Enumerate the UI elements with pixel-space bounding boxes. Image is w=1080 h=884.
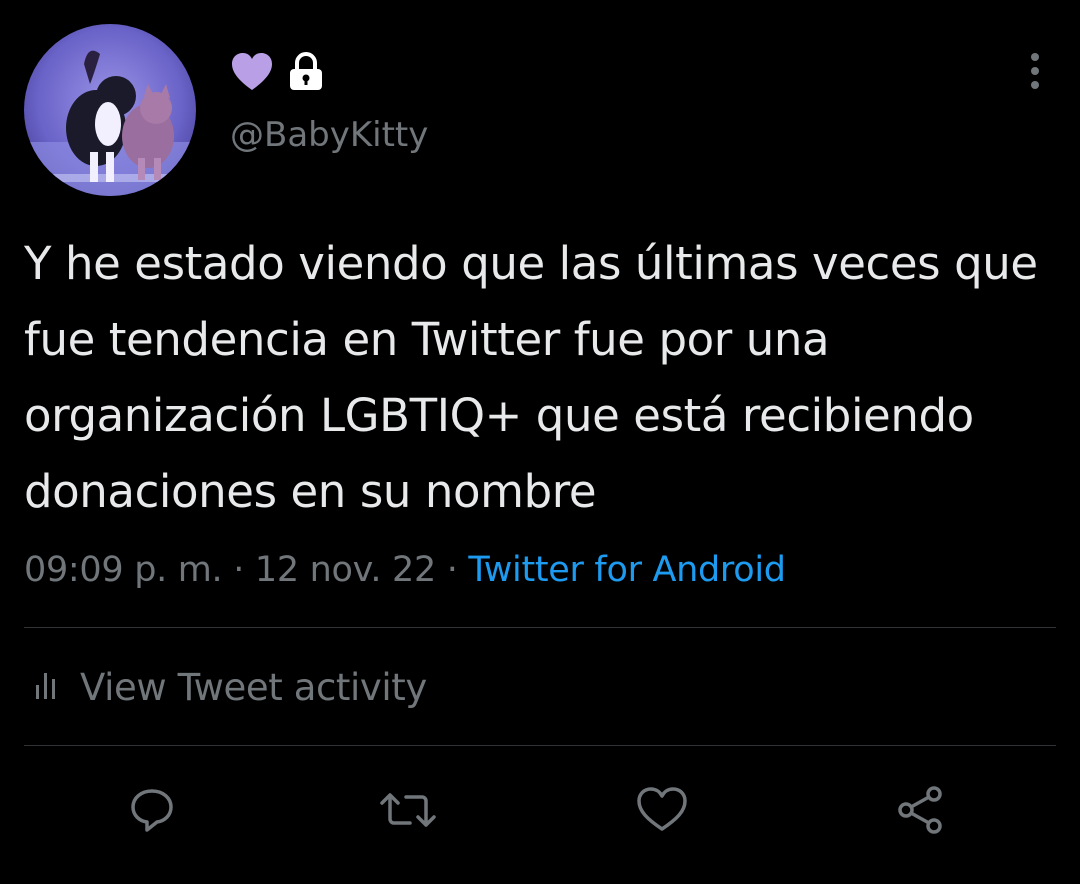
dot-icon: [1031, 81, 1039, 89]
share-button[interactable]: [890, 780, 950, 840]
tweet-text: Y he estado viendo que las últimas veces…: [24, 237, 1038, 518]
tweet-time: 09:09 p. m.: [24, 550, 223, 590]
display-name[interactable]: [230, 50, 324, 94]
share-icon: [894, 784, 946, 836]
reply-icon: [127, 785, 177, 835]
lock-icon: [288, 52, 324, 92]
tweet-action-bar: [0, 770, 1080, 850]
bar-chart-icon: [34, 669, 64, 705]
tweet-source-link[interactable]: Twitter for Android: [468, 550, 786, 590]
more-options-button[interactable]: [1014, 46, 1056, 96]
retweet-icon: [378, 785, 438, 835]
retweet-button[interactable]: [378, 780, 438, 840]
like-icon: [635, 785, 689, 835]
avatar-image: [24, 24, 196, 196]
reply-button[interactable]: [122, 780, 182, 840]
separator: ·: [446, 550, 458, 590]
purple-heart-icon: [230, 52, 274, 92]
view-tweet-activity-label: View Tweet activity: [80, 665, 427, 709]
avatar[interactable]: [24, 24, 196, 196]
separator: ·: [233, 550, 245, 590]
tweet-date[interactable]: 12 nov. 22: [255, 550, 436, 590]
dot-icon: [1031, 67, 1039, 75]
like-button[interactable]: [632, 780, 692, 840]
tweet-meta: 09:09 p. m. · 12 nov. 22 · Twitter for A…: [24, 544, 786, 596]
dot-icon: [1031, 53, 1039, 61]
divider: [24, 627, 1056, 628]
user-handle[interactable]: @BabyKitty: [230, 110, 428, 160]
view-tweet-activity-button[interactable]: View Tweet activity: [34, 660, 427, 714]
divider: [24, 745, 1056, 746]
